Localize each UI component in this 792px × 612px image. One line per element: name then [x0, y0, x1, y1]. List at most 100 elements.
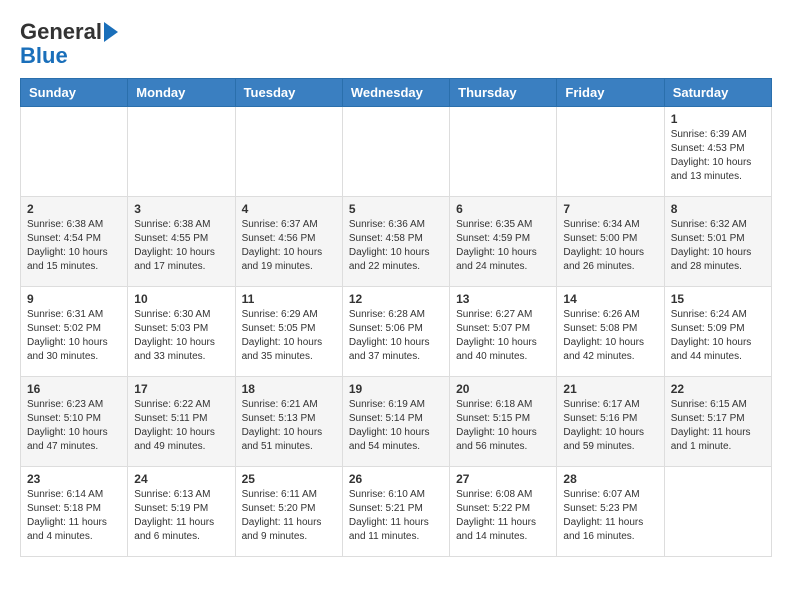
calendar-cell: 27 Sunrise: 6:08 AM Sunset: 5:22 PM Dayli…: [450, 467, 557, 557]
day-number: 10: [134, 292, 228, 306]
calendar-table: SundayMondayTuesdayWednesdayThursdayFrid…: [20, 78, 772, 557]
day-number: 22: [671, 382, 765, 396]
day-number: 20: [456, 382, 550, 396]
day-number: 27: [456, 472, 550, 486]
day-number: 5: [349, 202, 443, 216]
day-info: Sunrise: 6:22 AM Sunset: 5:11 PM Dayligh…: [134, 398, 228, 454]
page-header: General Blue: [20, 20, 772, 68]
calendar-cell: 5 Sunrise: 6:36 AM Sunset: 4:58 PM Daylig…: [342, 197, 449, 287]
day-number: 26: [349, 472, 443, 486]
calendar-cell: 8 Sunrise: 6:32 AM Sunset: 5:01 PM Daylig…: [664, 197, 771, 287]
weekday-header-monday: Monday: [128, 79, 235, 107]
calendar-cell: 10 Sunrise: 6:30 AM Sunset: 5:03 PM Dayli…: [128, 287, 235, 377]
weekday-header-saturday: Saturday: [664, 79, 771, 107]
day-number: 18: [242, 382, 336, 396]
day-info: Sunrise: 6:24 AM Sunset: 5:09 PM Dayligh…: [671, 308, 765, 364]
day-number: 12: [349, 292, 443, 306]
day-number: 11: [242, 292, 336, 306]
day-info: Sunrise: 6:11 AM Sunset: 5:20 PM Dayligh…: [242, 488, 336, 544]
day-info: Sunrise: 6:38 AM Sunset: 4:54 PM Dayligh…: [27, 218, 121, 274]
calendar-cell: 23Sunrise: 6:14 AM Sunset: 5:18 PM Dayli…: [21, 467, 128, 557]
calendar-cell: 14Sunrise: 6:26 AM Sunset: 5:08 PM Dayli…: [557, 287, 664, 377]
day-number: 21: [563, 382, 657, 396]
day-info: Sunrise: 6:23 AM Sunset: 5:10 PM Dayligh…: [27, 398, 121, 454]
day-number: 17: [134, 382, 228, 396]
calendar-cell: 15 Sunrise: 6:24 AM Sunset: 5:09 PM Dayli…: [664, 287, 771, 377]
day-info: Sunrise: 6:35 AM Sunset: 4:59 PM Dayligh…: [456, 218, 550, 274]
day-info: Sunrise: 6:30 AM Sunset: 5:03 PM Dayligh…: [134, 308, 228, 364]
day-number: 1: [671, 112, 765, 126]
calendar-cell: 9 Sunrise: 6:31 AM Sunset: 5:02 PM Daylig…: [21, 287, 128, 377]
day-info: Sunrise: 6:32 AM Sunset: 5:01 PM Dayligh…: [671, 218, 765, 274]
calendar-cell: 18 Sunrise: 6:21 AM Sunset: 5:13 PM Dayli…: [235, 377, 342, 467]
calendar-cell: 25 Sunrise: 6:11 AM Sunset: 5:20 PM Dayli…: [235, 467, 342, 557]
day-number: 23: [27, 472, 121, 486]
calendar-cell: 13 Sunrise: 6:27 AM Sunset: 5:07 PM Dayli…: [450, 287, 557, 377]
calendar-week-row: 2 Sunrise: 6:38 AM Sunset: 4:54 PM Daylig…: [21, 197, 772, 287]
calendar-cell: 7 Sunrise: 6:34 AM Sunset: 5:00 PM Daylig…: [557, 197, 664, 287]
day-info: Sunrise: 6:38 AM Sunset: 4:55 PM Dayligh…: [134, 218, 228, 274]
calendar-week-row: 1 Sunrise: 6:39 AM Sunset: 4:53 PM Daylig…: [21, 107, 772, 197]
calendar-cell: 24 Sunrise: 6:13 AM Sunset: 5:19 PM Dayli…: [128, 467, 235, 557]
calendar-cell: 12 Sunrise: 6:28 AM Sunset: 5:06 PM Dayli…: [342, 287, 449, 377]
calendar-cell: 16Sunrise: 6:23 AM Sunset: 5:10 PM Dayli…: [21, 377, 128, 467]
day-info: Sunrise: 6:36 AM Sunset: 4:58 PM Dayligh…: [349, 218, 443, 274]
day-info: Sunrise: 6:37 AM Sunset: 4:56 PM Dayligh…: [242, 218, 336, 274]
weekday-header-friday: Friday: [557, 79, 664, 107]
logo-arrow-icon: [104, 22, 118, 42]
calendar-week-row: 16Sunrise: 6:23 AM Sunset: 5:10 PM Dayli…: [21, 377, 772, 467]
day-number: 13: [456, 292, 550, 306]
calendar-cell: 6 Sunrise: 6:35 AM Sunset: 4:59 PM Daylig…: [450, 197, 557, 287]
day-number: 2: [27, 202, 121, 216]
day-info: Sunrise: 6:27 AM Sunset: 5:07 PM Dayligh…: [456, 308, 550, 364]
calendar-header-row: SundayMondayTuesdayWednesdayThursdayFrid…: [21, 79, 772, 107]
day-info: Sunrise: 6:31 AM Sunset: 5:02 PM Dayligh…: [27, 308, 121, 364]
logo: General Blue: [20, 20, 118, 68]
day-info: Sunrise: 6:28 AM Sunset: 5:06 PM Dayligh…: [349, 308, 443, 364]
weekday-header-tuesday: Tuesday: [235, 79, 342, 107]
day-info: Sunrise: 6:39 AM Sunset: 4:53 PM Dayligh…: [671, 128, 765, 184]
calendar-cell: 4Sunrise: 6:37 AM Sunset: 4:56 PM Daylig…: [235, 197, 342, 287]
day-number: 3: [134, 202, 228, 216]
weekday-header-wednesday: Wednesday: [342, 79, 449, 107]
calendar-cell: 28Sunrise: 6:07 AM Sunset: 5:23 PM Dayli…: [557, 467, 664, 557]
day-info: Sunrise: 6:17 AM Sunset: 5:16 PM Dayligh…: [563, 398, 657, 454]
day-number: 25: [242, 472, 336, 486]
calendar-cell: 17 Sunrise: 6:22 AM Sunset: 5:11 PM Dayli…: [128, 377, 235, 467]
calendar-cell: 3 Sunrise: 6:38 AM Sunset: 4:55 PM Daylig…: [128, 197, 235, 287]
calendar-cell: [557, 107, 664, 197]
calendar-cell: [450, 107, 557, 197]
day-number: 28: [563, 472, 657, 486]
logo-general: General: [20, 20, 102, 44]
day-info: Sunrise: 6:18 AM Sunset: 5:15 PM Dayligh…: [456, 398, 550, 454]
day-number: 14: [563, 292, 657, 306]
day-info: Sunrise: 6:10 AM Sunset: 5:21 PM Dayligh…: [349, 488, 443, 544]
calendar-cell: 21 Sunrise: 6:17 AM Sunset: 5:16 PM Dayli…: [557, 377, 664, 467]
day-number: 9: [27, 292, 121, 306]
day-number: 8: [671, 202, 765, 216]
day-info: Sunrise: 6:19 AM Sunset: 5:14 PM Dayligh…: [349, 398, 443, 454]
day-number: 24: [134, 472, 228, 486]
weekday-header-thursday: Thursday: [450, 79, 557, 107]
calendar-cell: [235, 107, 342, 197]
day-number: 7: [563, 202, 657, 216]
calendar-cell: [342, 107, 449, 197]
logo-blue: Blue: [20, 44, 68, 68]
calendar-cell: 1 Sunrise: 6:39 AM Sunset: 4:53 PM Daylig…: [664, 107, 771, 197]
day-info: Sunrise: 6:08 AM Sunset: 5:22 PM Dayligh…: [456, 488, 550, 544]
calendar-cell: 19Sunrise: 6:19 AM Sunset: 5:14 PM Dayli…: [342, 377, 449, 467]
day-info: Sunrise: 6:13 AM Sunset: 5:19 PM Dayligh…: [134, 488, 228, 544]
calendar-cell: [664, 467, 771, 557]
calendar-cell: 11Sunrise: 6:29 AM Sunset: 5:05 PM Dayli…: [235, 287, 342, 377]
day-number: 15: [671, 292, 765, 306]
day-info: Sunrise: 6:15 AM Sunset: 5:17 PM Dayligh…: [671, 398, 765, 454]
calendar-cell: [21, 107, 128, 197]
weekday-header-sunday: Sunday: [21, 79, 128, 107]
day-info: Sunrise: 6:21 AM Sunset: 5:13 PM Dayligh…: [242, 398, 336, 454]
day-info: Sunrise: 6:34 AM Sunset: 5:00 PM Dayligh…: [563, 218, 657, 274]
calendar-cell: 2 Sunrise: 6:38 AM Sunset: 4:54 PM Daylig…: [21, 197, 128, 287]
calendar-week-row: 9 Sunrise: 6:31 AM Sunset: 5:02 PM Daylig…: [21, 287, 772, 377]
day-number: 6: [456, 202, 550, 216]
calendar-week-row: 23Sunrise: 6:14 AM Sunset: 5:18 PM Dayli…: [21, 467, 772, 557]
calendar-cell: 26 Sunrise: 6:10 AM Sunset: 5:21 PM Dayli…: [342, 467, 449, 557]
